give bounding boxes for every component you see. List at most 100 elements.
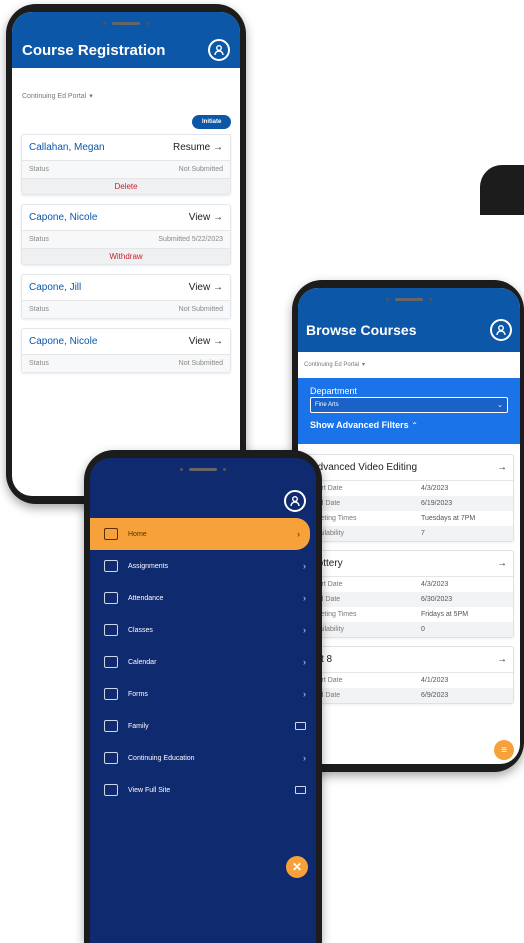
calendar-icon [104,656,118,668]
menu-item-assignments[interactable]: Assignments › [90,550,316,582]
account-icon[interactable] [208,39,230,61]
menu-item-attendance[interactable]: Attendance › [90,582,316,614]
field-label: Start Date [311,677,343,684]
field-value: 6/9/2023 [421,692,449,699]
course-card[interactable]: Pottery → Start Date 4/3/2023 End Date 6/30… [304,550,514,638]
registration-list: Callahan, Megan Resume → Status Not Submit… [12,134,240,382]
arrow-right-icon: → [213,336,223,347]
menu-item-classes[interactable]: Classes › [90,614,316,646]
field-value: 7 [421,530,425,537]
menu-item-view-full-site[interactable]: View Full Site [90,774,316,806]
portal-selector[interactable]: Continuing Ed Portal ▾ [22,92,93,101]
arrow-right-icon[interactable]: → [497,558,507,569]
field-value: Tuesdays at 7PM [421,515,476,522]
external-link-icon [295,722,306,730]
view-button[interactable]: View → [189,212,223,223]
account-icon[interactable] [490,319,512,341]
field-value: 4/1/2023 [421,677,449,684]
student-name[interactable]: Capone, Nicole [29,336,97,347]
classes-icon [104,624,118,636]
status-label: Status [29,236,49,243]
course-title: Advanced Video Editing [311,462,418,473]
field-label: End Date [311,500,341,507]
menu-item-continuing-education[interactable]: Continuing Education › [90,742,316,774]
withdraw-button[interactable]: Withdraw [22,248,230,264]
chevron-right-icon: › [303,657,306,667]
chevron-right-icon: › [303,753,306,763]
view-full-site-icon [104,784,118,796]
registration-card: Capone, Nicole View → Status Not Submitted [21,328,231,373]
portal-selector[interactable]: Continuing Ed Portal ▾ [304,361,365,369]
external-link-icon [295,786,306,794]
department-label: Department [310,386,358,396]
chevron-right-icon: › [297,529,300,539]
course-card[interactable]: Art 8→ Start Date4/1/2023 End Date6/9/20… [304,646,514,704]
phone-notch [298,288,520,310]
field-value: 6/30/2023 [421,596,453,603]
field-label: Start Date [311,485,343,492]
phone-notch [90,458,316,480]
status-value: Submitted 5/22/2023 [158,236,223,243]
registration-card: Capone, Nicole View → Status Submitted 5/2… [21,204,231,265]
status-value: Not Submitted [178,306,223,313]
field-label: Meeting Times [311,515,357,522]
caret-down-icon: ▾ [89,93,93,100]
chevron-right-icon: › [303,625,306,635]
initiate-button[interactable]: Initiate [192,115,232,129]
menu-item-home[interactable]: Home › [90,518,310,550]
status-label: Status [29,306,49,313]
menu-item-forms[interactable]: Forms › [90,678,316,710]
menu-fab-icon[interactable]: ≡ [494,740,514,760]
status-value: Not Submitted [178,360,223,367]
family-icon [104,720,118,732]
portal-label: Continuing Ed Portal [22,92,87,100]
field-value: Fridays at 5PM [421,611,469,618]
page-title: Browse Courses [306,322,417,338]
status-label: Status [29,360,49,367]
field-label: Availability [311,626,344,633]
arrow-right-icon: → [213,282,223,293]
view-button[interactable]: View → [189,282,223,293]
phone-notch [12,12,240,34]
chevron-right-icon: › [303,561,306,571]
arrow-right-icon[interactable]: → [497,462,507,473]
registration-card: Capone, Jill View → Status Not Submitted [21,274,231,319]
browse-screen: Browse Courses Continuing Ed Portal ▾ Dep… [298,288,520,764]
registration-card: Callahan, Megan Resume → Status Not Submit… [21,134,231,195]
filter-panel: Department Fine Arts ⌄ Show Advanced Filt… [298,378,520,444]
field-value: 4/3/2023 [421,581,449,588]
field-label: Start Date [311,581,343,588]
department-value: Fine Arts [315,402,339,408]
menu-item-family[interactable]: Family [90,710,316,742]
status-value: Not Submitted [178,166,223,173]
chevron-right-icon: › [303,593,306,603]
browse-header: Browse Courses [298,308,520,352]
home-icon [104,528,118,540]
forms-icon [104,688,118,700]
arrow-right-icon[interactable]: → [497,654,507,665]
view-button[interactable]: View → [189,336,223,347]
department-select[interactable]: Fine Arts ⌄ [310,397,508,413]
menu-item-calendar[interactable]: Calendar › [90,646,316,678]
student-name[interactable]: Callahan, Megan [29,142,105,153]
course-list: Advanced Video Editing → Start Date 4/3/20… [298,454,520,712]
phone-course-registration: Course Registration Continuing Ed Portal… [6,4,246,504]
chevron-right-icon: › [303,689,306,699]
page-title: Course Registration [22,41,166,59]
student-name[interactable]: Capone, Jill [29,282,81,293]
menu-screen: Home › Assignments › Attendance › Classes › … [90,458,316,943]
phone-browse-courses: Browse Courses Continuing Ed Portal ▾ Dep… [292,280,524,772]
field-label: Availability [311,530,344,537]
close-fab-icon[interactable]: ✕ [286,856,308,878]
resume-button[interactable]: Resume → [173,142,223,153]
student-name[interactable]: Capone, Nicole [29,212,97,223]
advanced-filters-toggle[interactable]: Show Advanced Filters ⌃ [310,420,508,430]
assignments-icon [104,560,118,572]
arrow-right-icon: → [213,212,223,223]
field-label: End Date [311,596,341,603]
account-icon[interactable] [284,490,306,512]
continuing-education-icon [104,752,118,764]
course-card[interactable]: Advanced Video Editing → Start Date 4/3/20… [304,454,514,542]
arrow-right-icon: → [213,142,223,153]
delete-button[interactable]: Delete [22,178,230,194]
